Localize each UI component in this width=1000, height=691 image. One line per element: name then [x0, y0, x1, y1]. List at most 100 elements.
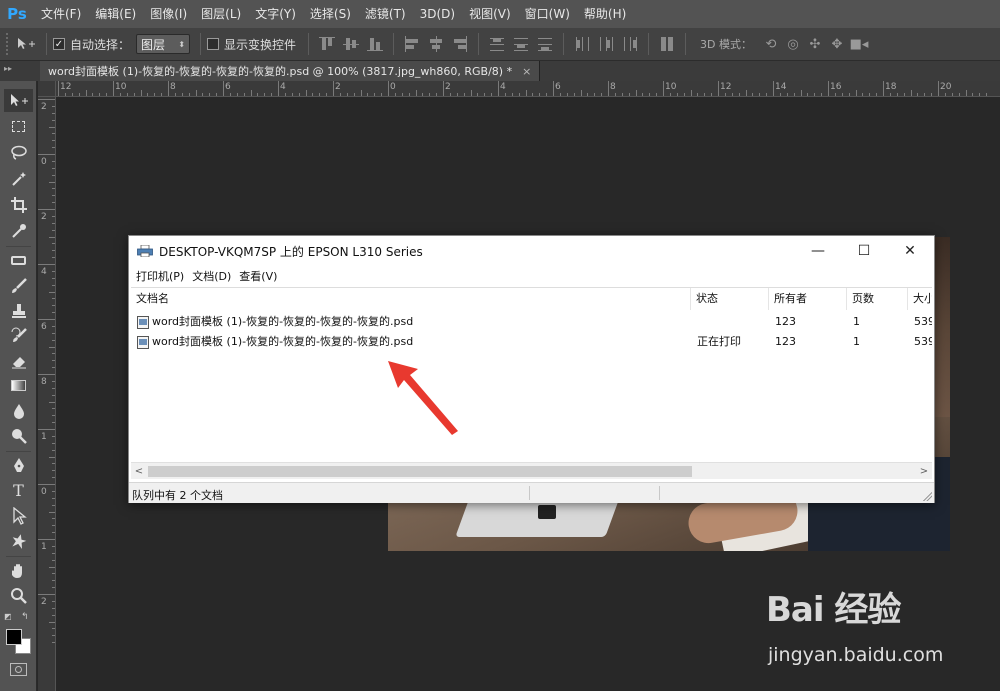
distribute-top-icon[interactable]	[487, 34, 507, 54]
ruler-origin[interactable]	[38, 81, 56, 97]
column-header-pages[interactable]: 页数	[847, 288, 908, 310]
align-top-icon[interactable]	[317, 34, 337, 54]
ruler-minor-tick	[972, 93, 974, 96]
scrollbar-thumb[interactable]	[148, 466, 692, 477]
table-row[interactable]: word封面模板 (1)-恢复的-恢复的-恢复的-恢复的.psd 正在打印 12…	[131, 332, 932, 352]
ruler-minor-tick	[381, 93, 383, 96]
column-header-document-name[interactable]: 文档名	[131, 288, 691, 310]
menu-printer[interactable]: 打印机(P)	[132, 268, 188, 284]
blur-tool-icon[interactable]	[4, 399, 33, 422]
type-tool-icon[interactable]: T	[4, 479, 33, 502]
align-bottom-icon[interactable]	[365, 34, 385, 54]
job-status	[697, 312, 767, 332]
move-tool-preset-icon[interactable]	[12, 33, 40, 55]
quick-mask-icon[interactable]	[10, 663, 27, 676]
hand-tool-icon[interactable]	[4, 559, 33, 582]
table-row[interactable]: word封面模板 (1)-恢复的-恢复的-恢复的-恢复的.psd 123 1 5…	[131, 312, 932, 332]
document-tab[interactable]: word封面模板 (1)-恢复的-恢复的-恢复的-恢复的.psd @ 100% …	[40, 61, 541, 81]
column-header-size[interactable]: 大小	[908, 288, 932, 310]
ruler-minor-tick	[752, 93, 754, 96]
ruler-minor-tick	[745, 90, 747, 96]
align-left-icon[interactable]	[402, 34, 422, 54]
menu-type[interactable]: 文字(Y)	[248, 0, 303, 28]
horizontal-ruler[interactable]: 12 10 8 6 4 2 0 2 4 6 8 10 12 14 16 18 20	[56, 81, 1000, 97]
3d-slide-icon[interactable]: ✥	[826, 34, 848, 54]
ruler-minor-tick	[491, 93, 493, 96]
auto-align-layers-icon[interactable]	[657, 34, 677, 54]
distribute-bottom-icon[interactable]	[535, 34, 555, 54]
3d-orbit-icon[interactable]: ⟲	[760, 34, 782, 54]
ruler-minor-tick	[52, 387, 55, 389]
brush-tool-icon[interactable]	[4, 274, 33, 297]
history-brush-tool-icon[interactable]	[4, 324, 33, 347]
print-queue-titlebar[interactable]: DESKTOP-VKQM7SP 上的 EPSON L310 Series — ☐…	[129, 236, 934, 266]
align-horizontal-center-icon[interactable]	[426, 34, 446, 54]
ruler-minor-tick	[504, 93, 506, 96]
close-tab-icon[interactable]: ×	[522, 65, 531, 78]
ruler-minor-tick	[821, 93, 823, 96]
collapse-panel-icon[interactable]: ▸▸	[4, 64, 12, 73]
menu-edit[interactable]: 编辑(E)	[88, 0, 143, 28]
menu-file[interactable]: 文件(F)	[34, 0, 88, 28]
ruler-label: 16	[830, 82, 842, 92]
scroll-right-icon[interactable]: >	[916, 463, 932, 480]
menu-view[interactable]: 视图(V)	[462, 0, 518, 28]
ruler-minor-tick	[52, 442, 55, 444]
document-icon	[137, 336, 149, 349]
healing-brush-tool-icon[interactable]	[4, 249, 33, 272]
show-transform-checkbox[interactable]	[207, 38, 220, 50]
3d-pan-icon[interactable]: ✣	[804, 34, 826, 54]
zoom-tool-icon[interactable]	[4, 584, 33, 607]
align-vertical-center-icon[interactable]	[341, 34, 361, 54]
menu-window[interactable]: 窗口(W)	[518, 0, 577, 28]
resize-grip-icon[interactable]	[922, 491, 932, 501]
menu-filter[interactable]: 滤镜(T)	[358, 0, 413, 28]
separator	[6, 451, 31, 452]
path-selection-tool-icon[interactable]	[4, 504, 33, 527]
ruler-label: 20	[940, 82, 952, 92]
swap-colors-icon[interactable]: ↰	[21, 612, 29, 622]
magic-wand-tool-icon[interactable]	[4, 167, 33, 190]
crop-tool-icon[interactable]	[4, 193, 33, 216]
distribute-vertical-center-icon[interactable]	[511, 34, 531, 54]
menu-image[interactable]: 图像(I)	[143, 0, 194, 28]
dodge-tool-icon[interactable]	[4, 424, 33, 447]
close-button[interactable]: ✕	[887, 236, 933, 266]
marquee-tool-icon[interactable]	[4, 115, 33, 138]
auto-select-checkbox[interactable]: ✓	[53, 38, 65, 50]
menu-3d[interactable]: 3D(D)	[413, 0, 462, 28]
distribute-right-icon[interactable]	[620, 34, 640, 54]
eraser-tool-icon[interactable]	[4, 349, 33, 372]
custom-shape-tool-icon[interactable]	[4, 529, 33, 552]
3d-roll-icon[interactable]: ◎	[782, 34, 804, 54]
distribute-left-icon[interactable]	[572, 34, 592, 54]
ruler-minor-tick	[759, 93, 761, 96]
menu-select[interactable]: 选择(S)	[303, 0, 358, 28]
pen-tool-icon[interactable]	[4, 454, 33, 477]
move-tool-icon[interactable]	[4, 89, 33, 112]
vertical-ruler[interactable]: 2024681012	[38, 97, 56, 691]
default-colors-icon[interactable]: ◩	[4, 612, 12, 621]
scroll-left-icon[interactable]: <	[131, 463, 147, 480]
auto-select-dropdown[interactable]: 图层 ⬍	[136, 34, 191, 54]
eyedropper-tool-icon[interactable]	[4, 219, 33, 242]
lasso-tool-icon[interactable]	[4, 141, 33, 164]
menu-document[interactable]: 文档(D)	[188, 268, 235, 284]
ruler-label: 2	[335, 82, 341, 92]
3d-scale-icon[interactable]: ■◂	[848, 34, 870, 54]
minimize-button[interactable]: —	[795, 236, 841, 266]
clone-stamp-tool-icon[interactable]	[4, 299, 33, 322]
menu-view[interactable]: 查看(V)	[235, 268, 281, 284]
foreground-color-swatch[interactable]	[6, 629, 22, 645]
menu-help[interactable]: 帮助(H)	[577, 0, 633, 28]
column-header-owner[interactable]: 所有者	[769, 288, 847, 310]
gradient-tool-icon[interactable]	[4, 374, 33, 397]
column-header-status[interactable]: 状态	[691, 288, 769, 310]
print-queue-window[interactable]: DESKTOP-VKQM7SP 上的 EPSON L310 Series — ☐…	[128, 235, 935, 503]
print-job-list[interactable]: 文档名 状态 所有者 页数 大小 word封面模板 (1)-恢复的-恢复的-恢复…	[131, 287, 932, 482]
align-right-icon[interactable]	[450, 34, 470, 54]
distribute-horizontal-center-icon[interactable]	[596, 34, 616, 54]
menu-layer[interactable]: 图层(L)	[194, 0, 248, 28]
horizontal-scrollbar[interactable]: < >	[131, 462, 932, 479]
maximize-button[interactable]: ☐	[841, 236, 887, 266]
